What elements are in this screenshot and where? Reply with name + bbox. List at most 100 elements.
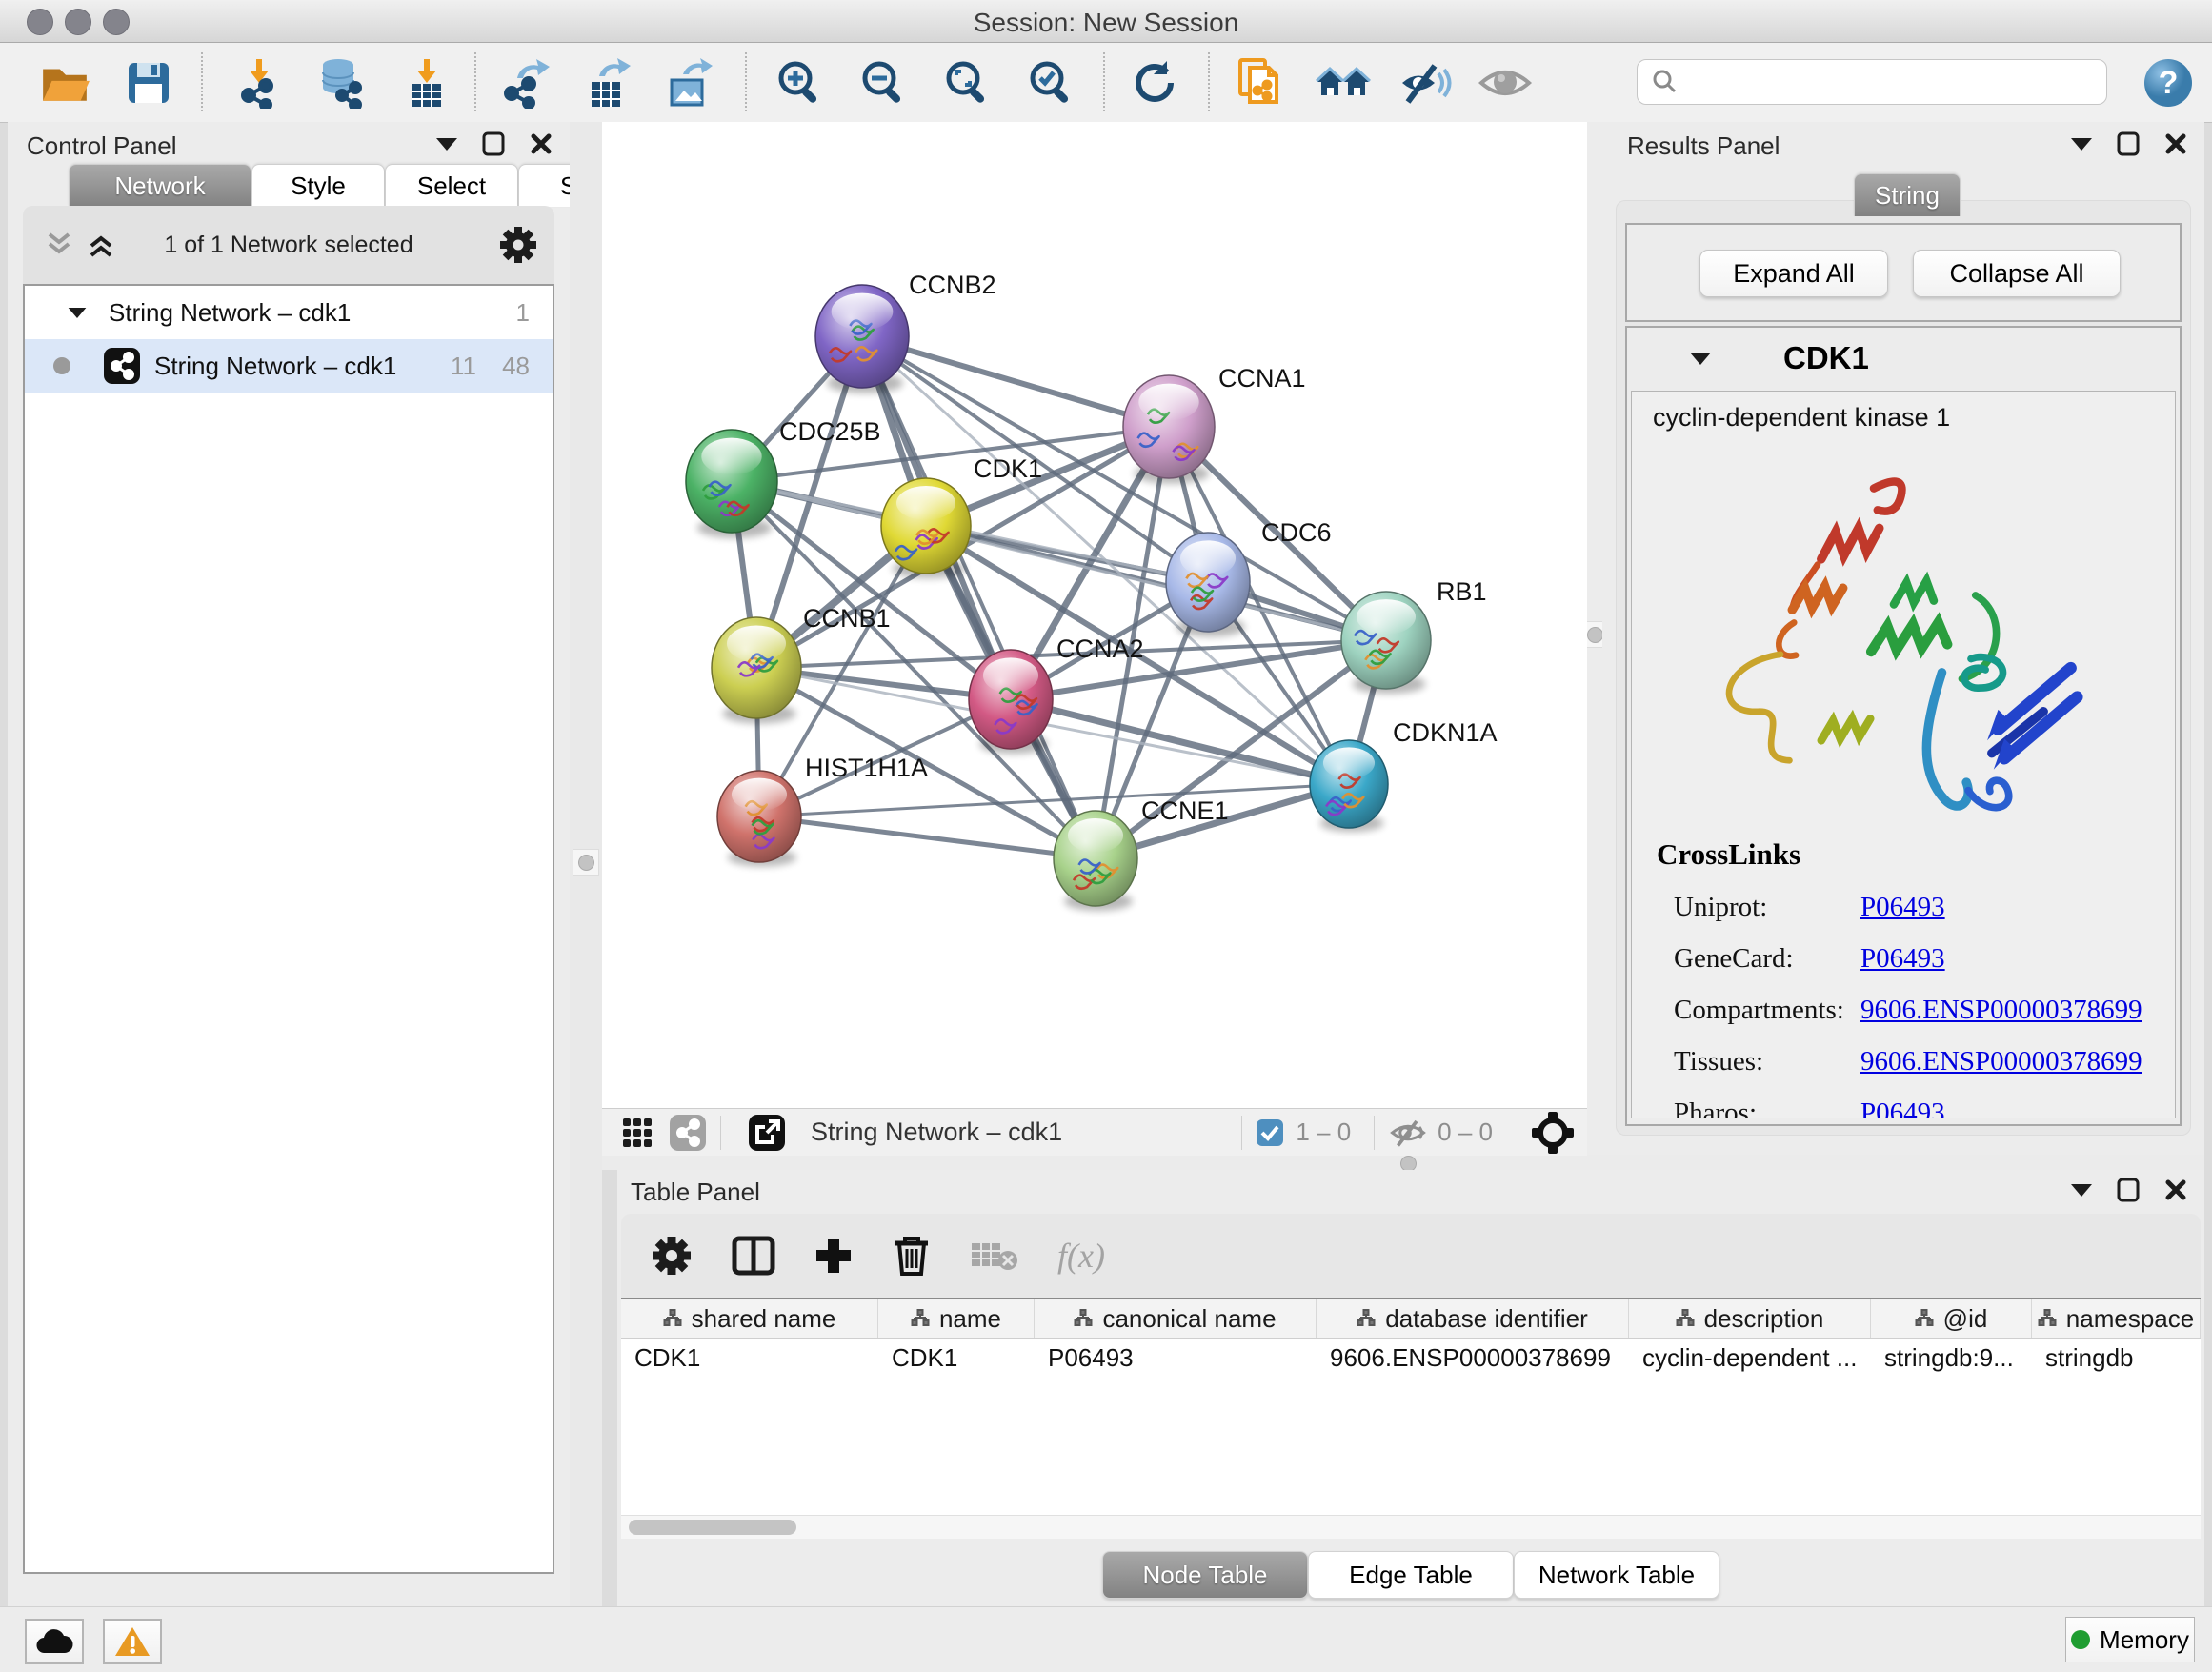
column-header-database-identifier[interactable]: database identifier — [1317, 1299, 1629, 1338]
node-CCNA1[interactable] — [1123, 375, 1215, 484]
network-thumbnail-icon[interactable] — [669, 1114, 707, 1152]
node-label-CDC25B: CDC25B — [779, 417, 881, 446]
add-column-icon[interactable] — [814, 1236, 854, 1276]
cloud-button[interactable] — [25, 1619, 84, 1664]
edge-CCNB2-CCNA1[interactable] — [862, 336, 1169, 427]
panel-close-icon[interactable] — [530, 132, 553, 155]
import-network-from-file-button[interactable] — [229, 56, 290, 110]
home-button[interactable] — [1313, 56, 1374, 110]
show-graphics-details-button[interactable] — [1475, 56, 1536, 110]
refresh-network-button[interactable] — [1124, 56, 1185, 110]
column-header-id[interactable]: @id — [1871, 1299, 2032, 1338]
table-header-row: shared namenamecanonical namedatabase id… — [621, 1299, 2201, 1339]
network-collection-row[interactable]: String Network – cdk1 1 — [25, 286, 553, 339]
database-icon — [315, 57, 367, 109]
node-label-CDK1: CDK1 — [974, 454, 1042, 483]
table-horizontal-scrollbar[interactable] — [621, 1515, 2201, 1539]
grid-view-icon[interactable] — [621, 1117, 654, 1149]
tab-string[interactable]: String — [1854, 173, 1961, 216]
protein-card-header[interactable]: CDK1 — [1627, 328, 2180, 389]
column-header-shared-name[interactable]: shared name — [621, 1299, 878, 1338]
column-type-icon — [1915, 1309, 1934, 1328]
window-title: Session: New Session — [0, 8, 2212, 38]
export-network-button[interactable] — [495, 56, 556, 110]
warnings-button[interactable] — [103, 1619, 162, 1664]
panel-close-icon[interactable] — [2164, 132, 2187, 155]
tab-node-table[interactable]: Node Table — [1102, 1551, 1308, 1599]
selected-checkbox-icon[interactable] — [1256, 1118, 1284, 1147]
panel-collapse-icon[interactable] — [2071, 138, 2092, 151]
vertical-splitter-right[interactable] — [1587, 122, 1602, 1155]
node-CDC25B[interactable] — [686, 430, 777, 538]
crosslink-link[interactable]: P06493 — [1860, 892, 1945, 923]
vertical-splitter-left[interactable] — [570, 122, 602, 1606]
network-view-toolbar: String Network – cdk1 1 – 0 0 – 0 — [602, 1108, 1587, 1156]
panel-collapse-icon[interactable] — [2071, 1184, 2092, 1197]
import-table-from-file-button[interactable] — [396, 56, 457, 110]
export-image-button[interactable] — [659, 56, 720, 110]
scrollbar-thumb[interactable] — [629, 1520, 796, 1535]
memory-button[interactable]: Memory — [2065, 1617, 2195, 1662]
splitter-handle[interactable] — [573, 849, 599, 876]
search-input[interactable] — [1687, 62, 2106, 102]
panel-float-icon[interactable] — [2117, 131, 2140, 156]
open-folder-icon — [39, 59, 90, 107]
column-header-canonical-name[interactable]: canonical name — [1035, 1299, 1317, 1338]
crosslink-row: Compartments:9606.ENSP00000378699 — [1657, 995, 2142, 1026]
node-CCNE1[interactable] — [1054, 811, 1137, 911]
node-RB1[interactable] — [1341, 592, 1431, 694]
node-HIST1H1A[interactable] — [717, 771, 801, 867]
card-collapse-icon[interactable] — [1690, 353, 1711, 365]
export-table-button[interactable] — [577, 56, 638, 110]
panel-close-icon[interactable] — [2164, 1178, 2187, 1201]
crosslink-link[interactable]: 9606.ENSP00000378699 — [1860, 995, 2142, 1026]
gray-eye-icon — [1478, 62, 1533, 104]
import-network-from-database-button[interactable] — [311, 56, 372, 110]
column-header-name[interactable]: name — [878, 1299, 1035, 1338]
tab-network-table[interactable]: Network Table — [1514, 1551, 1719, 1599]
save-session-button[interactable] — [118, 56, 179, 110]
table-settings-gear-icon[interactable] — [650, 1234, 694, 1278]
network-selection-status: 1 of 1 Network selected — [23, 232, 554, 259]
edge-count: 48 — [502, 352, 530, 381]
crosslink-link[interactable]: P06493 — [1860, 943, 1945, 975]
expand-all-button[interactable]: Expand All — [1699, 250, 1888, 297]
node-CCNB2[interactable] — [815, 285, 909, 393]
panel-collapse-icon[interactable] — [436, 138, 457, 151]
column-header-namespace[interactable]: namespace — [2032, 1299, 2201, 1338]
crosslink-link[interactable]: 9606.ENSP00000378699 — [1860, 1046, 2142, 1078]
crosslink-link[interactable]: P06493 — [1860, 1098, 1945, 1118]
zoom-selected-button[interactable] — [1021, 56, 1082, 110]
tab-network[interactable]: Network — [69, 164, 251, 207]
panel-float-icon[interactable] — [482, 131, 505, 156]
open-in-new-window-icon[interactable] — [748, 1114, 786, 1152]
column-header-description[interactable]: description — [1629, 1299, 1871, 1338]
network-options-gear-icon[interactable] — [497, 224, 539, 266]
panel-float-icon[interactable] — [2117, 1178, 2140, 1202]
help-button[interactable]: ? — [2138, 56, 2199, 110]
hide-unhide-button[interactable] — [1395, 56, 1456, 110]
table-row[interactable]: CDK1CDK1P064939606.ENSP00000378699cyclin… — [621, 1339, 2201, 1377]
toolbar-separator — [201, 52, 203, 111]
edge-HIST1H1A-CCNE1[interactable] — [759, 816, 1096, 858]
tab-select[interactable]: Select — [385, 164, 518, 207]
horizontal-splitter[interactable] — [602, 1155, 2204, 1170]
fit-selected-crosshair-icon[interactable] — [1532, 1112, 1574, 1154]
node-CDK1[interactable] — [881, 478, 971, 578]
node-CDKN1A[interactable] — [1310, 740, 1388, 832]
network-row-selected[interactable]: String Network – cdk1 11 48 — [25, 339, 553, 393]
tree-expand-icon[interactable] — [69, 307, 87, 317]
collapse-all-button[interactable]: Collapse All — [1913, 250, 2121, 297]
zoom-fit-button[interactable] — [937, 56, 998, 110]
import-string-network-button[interactable] — [1231, 56, 1292, 110]
node-CDC6[interactable] — [1166, 533, 1250, 636]
network-canvas[interactable]: CCNB2CCNA1CDC25BCDK1CDC6RB1CCNB1CCNA2CDK… — [602, 122, 1587, 1108]
tab-edge-table[interactable]: Edge Table — [1308, 1551, 1514, 1599]
show-columns-icon[interactable] — [732, 1235, 775, 1277]
tab-style[interactable]: Style — [251, 164, 385, 207]
open-session-button[interactable] — [34, 56, 95, 110]
zoom-out-button[interactable] — [854, 56, 915, 110]
node-CCNB1[interactable] — [712, 617, 801, 724]
zoom-in-button[interactable] — [770, 56, 831, 110]
delete-column-icon[interactable] — [892, 1234, 932, 1278]
